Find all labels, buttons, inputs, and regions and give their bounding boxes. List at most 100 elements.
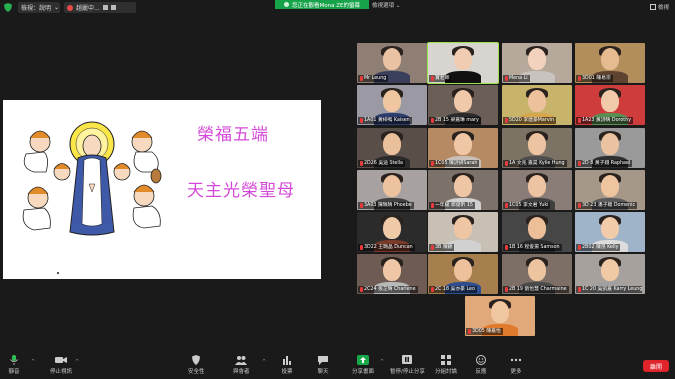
pause-icon[interactable]	[102, 5, 108, 10]
participant-name: 1B 16 程俊揚 Samson	[509, 245, 560, 250]
participants-button[interactable]: 25 與會者	[233, 355, 250, 375]
participant-video-tile[interactable]: 3D 23 潘子聰 Domenic	[575, 170, 645, 210]
muted-mic-icon	[360, 245, 363, 250]
audio-options-caret-icon[interactable]: ^	[31, 359, 35, 365]
participant-video-tile[interactable]: 2D26 吳迪 Stella	[357, 128, 427, 168]
view-mode-button[interactable]: 檢視：說明 ⌄	[18, 2, 60, 13]
gallery-view-button[interactable]: 檢視	[649, 3, 669, 11]
participant-video-tile[interactable]: 5D20 李建豪Marvin	[502, 85, 572, 125]
share-indicator-icon	[284, 2, 290, 7]
participant-video-tile[interactable]: 1A23 黃詩晴 Dorothy	[575, 85, 645, 125]
participant-video-tile[interactable]: 1B 16 程俊揚 Samson	[502, 212, 572, 252]
more-button[interactable]: 更多	[510, 355, 522, 375]
participant-video-tile[interactable]: 3D22 王璐晶 Duncan	[357, 212, 427, 252]
participant-name: 1C05 陳詩妍Sarah	[435, 161, 478, 166]
muted-mic-icon	[505, 118, 508, 123]
participant-name: 2C24 張芷晴 Charlene	[364, 287, 416, 292]
stop-video-button[interactable]: 停止視訊	[50, 355, 72, 375]
mute-label: 靜音	[8, 369, 20, 375]
reactions-button[interactable]: 反應	[475, 355, 487, 375]
share-screen-icon	[357, 355, 369, 365]
muted-mic-icon	[578, 118, 581, 123]
participant-face	[601, 90, 619, 112]
participant-video-tile[interactable]: 1C 20 吳凱嘉 Karry Leung	[575, 254, 645, 294]
participant-video-tile[interactable]: Mr Leung	[357, 43, 427, 83]
participant-face	[454, 175, 472, 197]
participant-name-tag: 1C05 陳詩妍Sarah	[429, 160, 480, 167]
share-screen-label: 分享畫面	[352, 369, 375, 375]
participant-face	[383, 217, 401, 239]
participant-name: 2D 8 黃子翔 Raphael	[582, 161, 631, 166]
participant-face	[601, 175, 619, 197]
participant-face	[601, 217, 619, 239]
breakout-rooms-button[interactable]: 分組討論	[435, 355, 457, 375]
participant-video-tile[interactable]: 一年級 郭俊昕 15	[428, 170, 498, 210]
participant-name: 3B 陳錦	[435, 245, 453, 250]
participant-video-tile[interactable]: 寶老師	[427, 42, 499, 84]
chevron-down-icon: ⌄	[54, 4, 60, 11]
participant-face	[383, 90, 401, 112]
muted-mic-icon	[431, 287, 434, 292]
muted-mic-icon	[431, 245, 434, 250]
participant-name-tag: 3D22 王璐晶 Duncan	[358, 244, 415, 251]
breakout-rooms-icon	[441, 355, 451, 365]
participant-name: 3D22 王璐晶 Duncan	[364, 245, 413, 250]
participant-video-tile[interactable]: 2B 15 梁嘉琳 mary	[428, 85, 498, 125]
mute-button[interactable]: 靜音	[8, 355, 20, 375]
sharer-name: 趙麗中...	[76, 5, 100, 12]
participant-name-tag: 2D26 吳迪 Stella	[358, 160, 405, 167]
participant-video-tile[interactable]: 1C05 陳詩妍Sarah	[428, 128, 498, 168]
participant-name-tag: 2B02 陳滉 Kelly	[576, 244, 621, 251]
share-options-caret-icon[interactable]: ^	[380, 359, 384, 365]
muted-mic-icon	[431, 203, 434, 208]
participant-name-tag: 1C 20 吳凱嘉 Karry Leung	[576, 286, 642, 293]
polls-button[interactable]: 投票	[281, 355, 293, 375]
participant-name-tag: 2C 18 吳亦豪 Leo	[429, 286, 477, 293]
stop-icon[interactable]	[110, 5, 116, 10]
participant-name-tag: Mena Li	[503, 75, 530, 82]
participant-video-tile[interactable]: 2C24 張芷晴 Charlene	[357, 254, 427, 294]
participant-video-tile[interactable]: 1A01 黃梓鳴 Kaisen	[357, 85, 427, 125]
security-button[interactable]: 安全性	[188, 355, 205, 375]
participant-face	[601, 48, 619, 70]
muted-mic-icon	[431, 118, 434, 123]
participant-name: 1A23 黃詩晴 Dorothy	[582, 118, 632, 123]
muted-mic-icon	[468, 329, 471, 334]
top-bar: 檢視：說明 ⌄ 趙麗中... 您正在觀看Mona ZE的螢幕 檢視選項 ⌄ 檢視	[0, 0, 675, 15]
participant-face	[383, 259, 401, 281]
participant-video-tile[interactable]: 2B02 陳滉 Kelly	[575, 212, 645, 252]
participant-name: 1C05 李文君 Yuki	[509, 203, 549, 208]
pause-share-button[interactable]: 暫停/停止分享	[390, 355, 425, 375]
viewing-banner: 您正在觀看Mona ZE的螢幕	[275, 0, 369, 9]
participant-video-tile[interactable]: 3B 陳錦	[428, 212, 498, 252]
participants-caret-icon[interactable]: ^	[262, 359, 266, 365]
share-screen-button[interactable]: 分享畫面	[352, 355, 374, 375]
participant-video-tile[interactable]: 3A03 陳珮晴 Phoebe	[357, 170, 427, 210]
muted-mic-icon	[431, 76, 434, 81]
muted-mic-icon	[431, 161, 434, 166]
shield-icon[interactable]	[4, 3, 12, 12]
participant-name-tag: 1B 16 程俊揚 Samson	[503, 244, 562, 251]
participant-video-tile[interactable]: 3D05 陳嘉怡	[465, 296, 535, 336]
participant-video-tile[interactable]: 2C 18 吳亦豪 Leo	[428, 254, 498, 294]
participant-video-tile[interactable]: 1A 文兆 嘉昊 Kylie Hung	[502, 128, 572, 168]
leave-meeting-button[interactable]: 離開	[643, 360, 669, 372]
participant-name: Mena Li	[509, 76, 528, 81]
chat-button[interactable]: 聊天	[317, 355, 329, 375]
participant-video-tile[interactable]: 2B 19 劉怡慧 Charmaine	[502, 254, 572, 294]
participant-name-tag: 寶老師	[429, 75, 452, 82]
participants-icon: 25	[235, 356, 248, 365]
gallery-view-label: 檢視	[657, 5, 669, 11]
video-options-caret-icon[interactable]: ^	[75, 359, 79, 365]
participant-video-tile[interactable]: 2D 8 黃子翔 Raphael	[575, 128, 645, 168]
more-dots-icon	[510, 358, 522, 362]
chat-label: 聊天	[317, 369, 329, 375]
participant-video-tile[interactable]: 1C05 李文君 Yuki	[502, 170, 572, 210]
participant-name: 2B 19 劉怡慧 Charmaine	[509, 287, 567, 292]
participant-video-tile[interactable]: Mena Li	[502, 43, 572, 83]
participant-video-tile[interactable]: 3D01 陳易宗	[575, 43, 645, 83]
share-status-pill[interactable]: 趙麗中...	[64, 2, 136, 13]
view-options-menu[interactable]: 檢視選項 ⌄	[372, 1, 400, 9]
participant-face	[528, 48, 546, 70]
participant-face	[454, 90, 472, 112]
